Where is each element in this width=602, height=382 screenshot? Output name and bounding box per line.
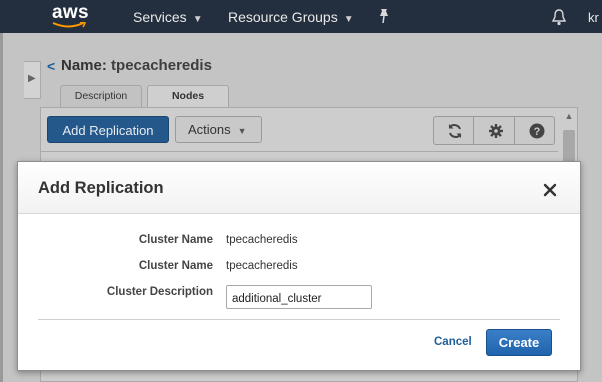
modal-header: Add Replication bbox=[18, 162, 580, 214]
gear-icon bbox=[489, 124, 503, 138]
cluster-name-value: tpecacheredis bbox=[226, 234, 298, 246]
tab-nodes[interactable]: Nodes bbox=[147, 85, 229, 108]
chevron-down-icon: ▼ bbox=[343, 14, 354, 25]
user-menu[interactable]: kr bbox=[588, 10, 599, 25]
modal-divider bbox=[38, 319, 560, 320]
cluster-name-value: tpecacheredis bbox=[226, 260, 298, 272]
panel-divider bbox=[41, 151, 558, 152]
chevron-right-icon: ▶ bbox=[28, 73, 36, 84]
cancel-button[interactable]: Cancel bbox=[434, 336, 472, 348]
cluster-description-label: Cluster Description bbox=[106, 286, 213, 298]
sidebar-expand-toggle[interactable]: ▶ bbox=[24, 61, 41, 99]
page-title-value: tpecacheredis bbox=[111, 57, 212, 74]
settings-button[interactable] bbox=[475, 117, 515, 144]
cluster-name-label: Cluster Name bbox=[138, 260, 213, 272]
back-link[interactable]: < bbox=[47, 58, 55, 74]
page-left-edge bbox=[0, 33, 3, 382]
modal-title: Add Replication bbox=[38, 179, 164, 197]
top-nav: aws Services ▼ Resource Groups ▼ kr bbox=[0, 0, 602, 33]
actions-dropdown[interactable]: Actions ▼ bbox=[175, 116, 262, 143]
cluster-name-label: Cluster Name bbox=[138, 234, 213, 246]
chevron-down-icon: ▼ bbox=[237, 126, 247, 136]
cluster-description-input[interactable] bbox=[226, 285, 372, 309]
scroll-up-arrow[interactable]: ▲ bbox=[563, 111, 575, 123]
svg-text:?: ? bbox=[534, 126, 541, 138]
refresh-icon bbox=[448, 124, 462, 138]
aws-smile-icon bbox=[52, 22, 86, 28]
page-title-key: Name: bbox=[61, 57, 107, 74]
resource-groups-menu[interactable]: Resource Groups ▼ bbox=[228, 9, 354, 25]
close-icon[interactable] bbox=[543, 183, 557, 197]
services-label: Services bbox=[133, 9, 187, 25]
add-replication-modal: Add Replication Cluster Name tpecachered… bbox=[17, 161, 581, 371]
resource-groups-label: Resource Groups bbox=[228, 9, 338, 25]
aws-logo[interactable]: aws bbox=[52, 2, 89, 24]
tab-description[interactable]: Description bbox=[60, 85, 142, 108]
create-button[interactable]: Create bbox=[486, 329, 552, 356]
help-icon: ? bbox=[529, 123, 545, 139]
toolbar-icon-group: ? bbox=[433, 116, 555, 145]
refresh-button[interactable] bbox=[434, 117, 474, 144]
bell-icon[interactable] bbox=[551, 8, 567, 26]
help-button[interactable]: ? bbox=[516, 117, 556, 144]
actions-label: Actions bbox=[188, 122, 231, 137]
services-menu[interactable]: Services ▼ bbox=[133, 9, 203, 25]
add-replication-button[interactable]: Add Replication bbox=[47, 116, 169, 143]
page-title: Name: tpecacheredis bbox=[61, 57, 212, 74]
chevron-down-icon: ▼ bbox=[192, 14, 203, 25]
pin-icon[interactable] bbox=[377, 8, 391, 24]
